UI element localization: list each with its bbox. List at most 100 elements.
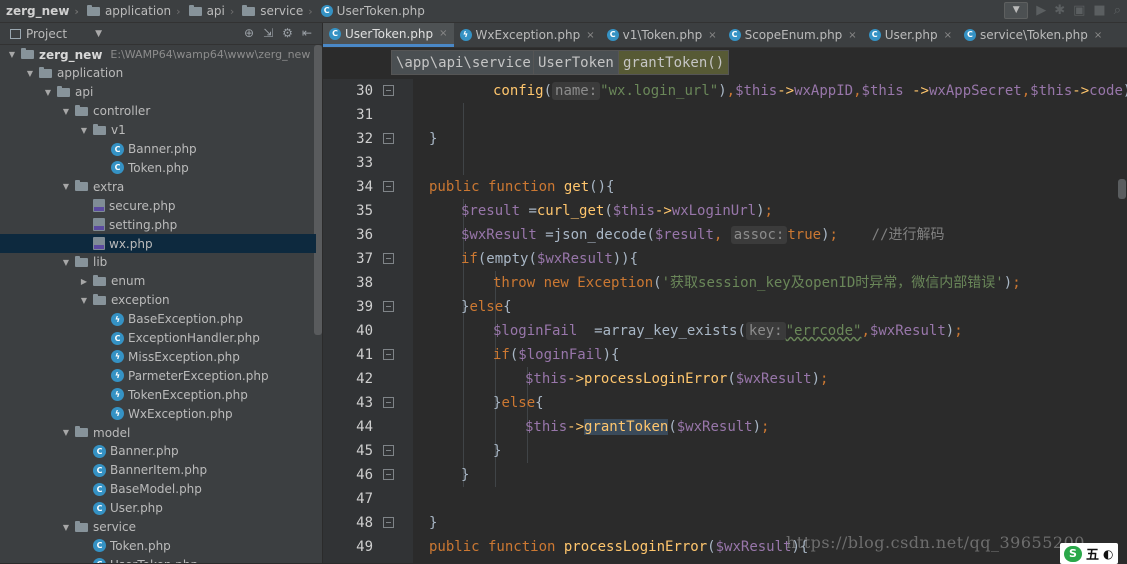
code-editor[interactable]: 30 31 32 33 34 35 36 37 38 39 40 41 42 43 44 45 46 47 48 49… bbox=[323, 79, 1127, 563]
line-number: 42 bbox=[356, 371, 373, 387]
tree-folder[interactable]: ▼ exception bbox=[0, 291, 316, 310]
sync-icon[interactable]: ⊕ bbox=[244, 26, 254, 40]
tree-file[interactable]: ϟ TokenException.php bbox=[0, 385, 316, 404]
search-everywhere-icon[interactable]: ⌕ bbox=[1114, 3, 1121, 18]
debug-icon[interactable]: ✱ bbox=[1054, 3, 1065, 18]
tree-file[interactable]: C ExceptionHandler.php bbox=[0, 329, 316, 348]
nav-crumb-application[interactable]: application › bbox=[85, 4, 187, 18]
chevron-down-icon[interactable]: ▼ bbox=[6, 50, 18, 59]
editor-scrollbar[interactable] bbox=[1118, 179, 1126, 199]
nav-crumb-file[interactable]: C UserToken.php bbox=[319, 4, 427, 18]
close-icon[interactable]: × bbox=[708, 30, 716, 41]
fold-marker-icon[interactable] bbox=[383, 133, 394, 144]
tree-folder[interactable]: ▼ controller bbox=[0, 102, 316, 121]
editor-tab[interactable]: Cservice\Token.php × bbox=[958, 23, 1108, 47]
run-icon[interactable]: ▶ bbox=[1036, 3, 1046, 18]
ime-indicator[interactable]: S 五 ◐ bbox=[1060, 543, 1118, 564]
fold-marker-icon[interactable] bbox=[383, 181, 394, 192]
fold-marker-icon[interactable] bbox=[383, 469, 394, 480]
tree-folder[interactable]: ▼ service bbox=[0, 518, 316, 537]
nav-crumb-label: api bbox=[206, 4, 225, 18]
folder-icon bbox=[93, 123, 106, 135]
chevron-down-icon[interactable]: ▼ bbox=[95, 29, 102, 39]
nav-crumb-api[interactable]: api › bbox=[187, 4, 241, 18]
stop-icon[interactable]: ■ bbox=[1093, 3, 1105, 18]
breadcrumb-class[interactable]: UserToken bbox=[533, 50, 619, 75]
tree-file[interactable]: C Banner.php bbox=[0, 140, 316, 159]
nav-crumb-service[interactable]: service › bbox=[240, 4, 318, 18]
gear-icon[interactable]: ⚙ bbox=[282, 26, 293, 40]
tree-file[interactable]: C User.php bbox=[0, 499, 316, 518]
tree-folder[interactable]: ▶ enum bbox=[0, 272, 316, 291]
tree-folder[interactable]: ▼ application bbox=[0, 64, 316, 83]
editor-tab[interactable]: ϟ WxException.php × bbox=[454, 23, 601, 47]
class-icon: C bbox=[868, 29, 881, 41]
tree-file[interactable]: C BaseModel.php bbox=[0, 480, 316, 499]
breadcrumb-method[interactable]: grantToken() bbox=[618, 50, 730, 75]
fold-marker-icon[interactable] bbox=[383, 397, 394, 408]
close-icon[interactable]: × bbox=[848, 30, 856, 41]
fold-marker-icon[interactable] bbox=[383, 85, 394, 96]
class-icon: C bbox=[93, 463, 106, 477]
tree-folder[interactable]: ▼ extra bbox=[0, 177, 316, 196]
line-number: 30 bbox=[356, 83, 373, 99]
line-number: 44 bbox=[356, 419, 373, 435]
chevron-right-icon: › bbox=[229, 4, 235, 18]
tree-file[interactable]: wx.php bbox=[0, 234, 316, 253]
project-title[interactable]: Project bbox=[26, 27, 67, 41]
tree-folder[interactable]: ▼ lib bbox=[0, 253, 316, 272]
chevron-down-icon[interactable]: ▼ bbox=[60, 523, 72, 532]
tree-file[interactable]: setting.php bbox=[0, 215, 316, 234]
class-icon: C bbox=[606, 29, 619, 41]
tree-file[interactable]: secure.php bbox=[0, 196, 316, 215]
close-icon[interactable]: × bbox=[944, 30, 952, 41]
chevron-down-icon[interactable]: ▼ bbox=[24, 69, 36, 78]
chevron-down-icon[interactable]: ▼ bbox=[42, 88, 54, 97]
fold-marker-icon[interactable] bbox=[383, 445, 394, 456]
tree-file[interactable]: ϟ ParmeterException.php bbox=[0, 366, 316, 385]
fold-marker-icon[interactable] bbox=[383, 253, 394, 264]
fold-marker-icon[interactable] bbox=[383, 301, 394, 312]
tab-label: WxException.php bbox=[475, 28, 581, 42]
editor-tab[interactable]: Cv1\Token.php × bbox=[601, 23, 723, 47]
tree-file[interactable]: C Token.php bbox=[0, 536, 316, 555]
tree-folder[interactable]: ▼ v1 bbox=[0, 121, 316, 140]
chevron-right-icon[interactable]: ▶ bbox=[78, 277, 90, 286]
fold-marker-icon[interactable] bbox=[383, 349, 394, 360]
tree-file[interactable]: ϟ WxException.php bbox=[0, 404, 316, 423]
chevron-down-icon[interactable]: ▼ bbox=[60, 428, 72, 437]
chevron-right-icon: › bbox=[308, 4, 313, 18]
tree-file[interactable]: ϟ MissException.php bbox=[0, 347, 316, 366]
chevron-down-icon[interactable]: ▼ bbox=[78, 126, 90, 135]
run-toolbar: ▼ ▶ ✱ ▣ ■ ⌕ bbox=[1004, 2, 1121, 19]
close-icon[interactable]: × bbox=[439, 28, 447, 39]
tree-folder[interactable]: ▼ model bbox=[0, 423, 316, 442]
tree-item-label: WxException.php bbox=[128, 406, 233, 421]
close-icon[interactable]: × bbox=[1094, 30, 1102, 41]
editor-tab[interactable]: C UserToken.php × bbox=[323, 23, 454, 47]
chevron-down-icon[interactable]: ▼ bbox=[60, 182, 72, 191]
editor-tab[interactable]: C ScopeEnum.php × bbox=[723, 23, 863, 47]
close-icon[interactable]: × bbox=[586, 30, 594, 41]
tree-item-label: setting.php bbox=[109, 217, 178, 232]
chevron-down-icon[interactable]: ▼ bbox=[78, 296, 90, 305]
chevron-down-icon[interactable]: ▼ bbox=[60, 258, 72, 267]
tree-folder[interactable]: ▼ api bbox=[0, 83, 316, 102]
project-tree[interactable]: ▼ zerg_new E:\WAMP64\wamp64\www\zerg_new ▼ a… bbox=[0, 45, 322, 563]
tree-file[interactable]: C Token.php bbox=[0, 158, 316, 177]
collapse-all-icon[interactable]: ⇲ bbox=[263, 26, 273, 40]
tree-file[interactable]: ϟ BaseException.php bbox=[0, 310, 316, 329]
tree-file[interactable]: C Banner.php bbox=[0, 442, 316, 461]
tree-file[interactable]: C BannerItem.php bbox=[0, 461, 316, 480]
breadcrumb-namespace[interactable]: \app\api\service bbox=[391, 50, 536, 75]
coverage-icon[interactable]: ▣ bbox=[1073, 3, 1085, 18]
hide-icon[interactable]: ⇤ bbox=[302, 26, 312, 40]
tree-file[interactable]: C UserToken.php bbox=[0, 555, 316, 563]
tree-folder[interactable]: ▼ zerg_new E:\WAMP64\wamp64\www\zerg_new bbox=[0, 45, 316, 64]
chevron-down-icon[interactable]: ▼ bbox=[60, 107, 72, 116]
code-line: }else{ bbox=[461, 299, 512, 315]
nav-crumb-project[interactable]: zerg_new › bbox=[0, 4, 85, 18]
editor-tab[interactable]: C User.php × bbox=[863, 23, 958, 47]
fold-marker-icon[interactable] bbox=[383, 517, 394, 528]
run-config-dropdown[interactable]: ▼ bbox=[1004, 2, 1029, 19]
